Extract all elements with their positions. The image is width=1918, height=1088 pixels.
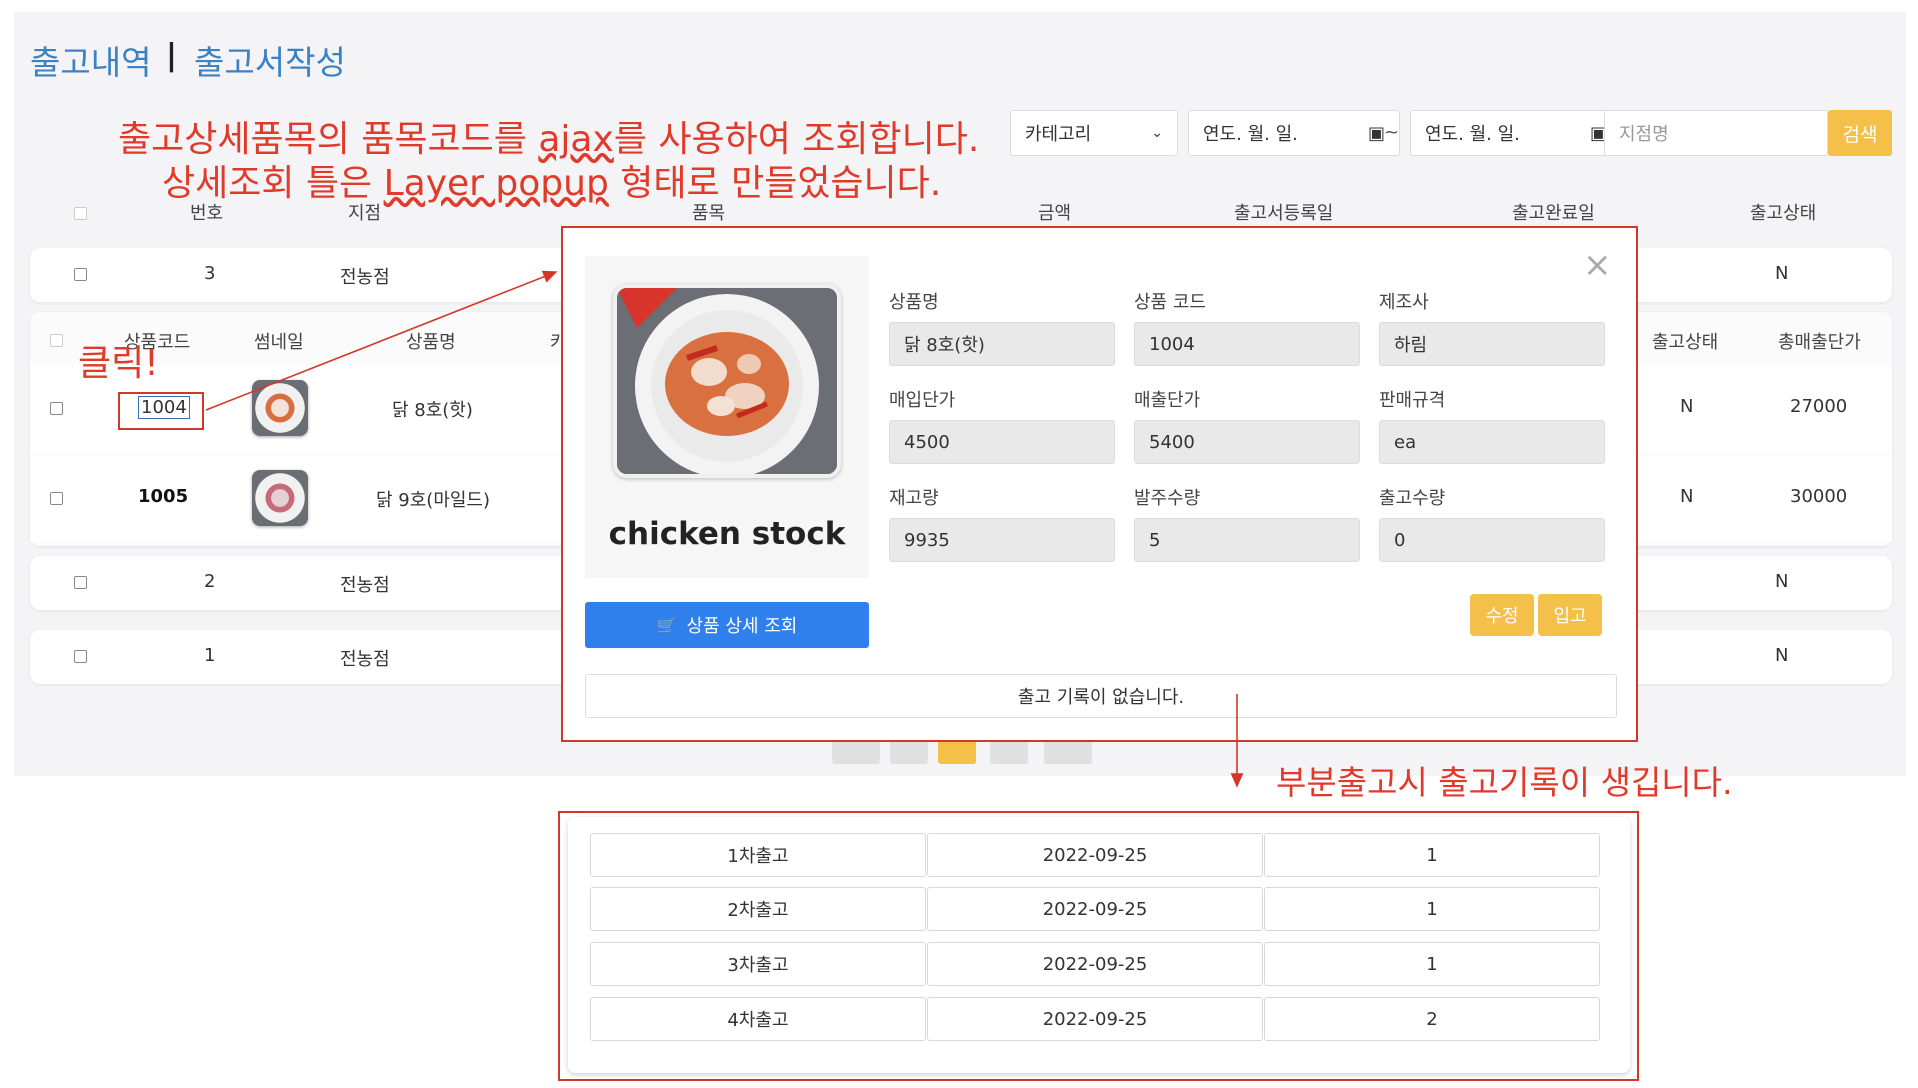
history-qty: 1 [1264, 833, 1600, 877]
shipment-history-list: 1차출고 2022-09-25 1 2차출고 2022-09-25 1 3차출고… [568, 817, 1630, 1073]
history-qty: 1 [1264, 942, 1600, 986]
history-round: 3차출고 [590, 942, 926, 986]
history-date: 2022-09-25 [927, 887, 1263, 931]
history-date: 2022-09-25 [927, 942, 1263, 986]
history-qty: 2 [1264, 997, 1600, 1041]
history-qty: 1 [1264, 887, 1600, 931]
history-date: 2022-09-25 [927, 997, 1263, 1041]
click-arrow [205, 270, 558, 411]
annotation-partial-shipment: 부분출고시 출고기록이 생깁니다. [1276, 763, 1733, 802]
history-round: 4차출고 [590, 997, 926, 1041]
history-round: 1차출고 [590, 833, 926, 877]
history-date: 2022-09-25 [927, 833, 1263, 877]
history-round: 2차출고 [590, 887, 926, 931]
shipment-history-panel: 1차출고 2022-09-25 1 2차출고 2022-09-25 1 3차출고… [558, 811, 1639, 1081]
